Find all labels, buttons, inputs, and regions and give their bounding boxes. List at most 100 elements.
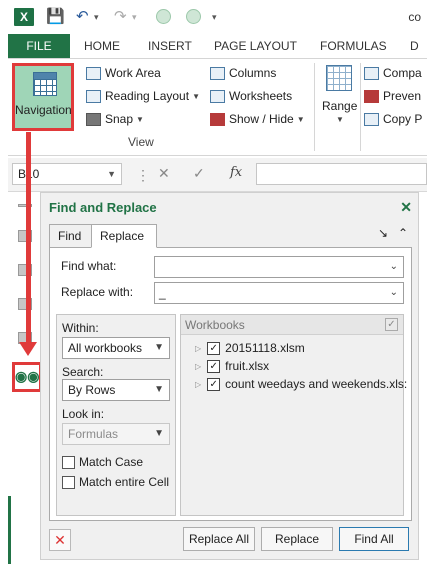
excel-icon: X (14, 8, 34, 26)
tab-data[interactable]: D (410, 34, 419, 58)
expand-icon[interactable]: ▷ (195, 380, 201, 389)
enter-icon[interactable]: ✓ (193, 165, 205, 182)
window-title: co (408, 10, 421, 24)
workbook-item[interactable]: ▷ ✓ count weedays and weekends.xls: (195, 377, 407, 391)
find-all-button[interactable]: Find All (339, 527, 409, 551)
formula-input[interactable] (256, 163, 427, 185)
undo-dropdown-icon[interactable]: ▾ (94, 12, 99, 23)
tab-insert[interactable]: INSERT (148, 34, 192, 58)
replace-with-input[interactable]: _ ⌄ (154, 282, 404, 304)
customize-qat-icon[interactable]: ▾ (212, 12, 217, 23)
prevent-button[interactable]: Preven (364, 87, 421, 105)
checkbox-checked-icon[interactable]: ✓ (207, 341, 221, 355)
chevron-down-icon[interactable]: ▼ (107, 164, 116, 184)
checkbox-box[interactable] (62, 475, 75, 489)
insert-function-icon[interactable]: fx (230, 165, 242, 180)
chevron-down-icon: ▼ (192, 91, 200, 101)
workbooks-header: Workbooks ✓ (181, 315, 403, 335)
tab-file[interactable]: FILE (8, 34, 70, 58)
snap-button[interactable]: Snap ▼ (86, 110, 144, 128)
look-in-label: Look in: (62, 407, 105, 421)
ribbon-divider (314, 63, 315, 151)
pane-actions: ✕ Replace All Replace Find All (49, 527, 412, 555)
checkbox-box[interactable] (62, 455, 75, 469)
annotation-arrow-line (26, 132, 31, 350)
range-icon[interactable] (326, 65, 352, 91)
chevron-down-icon[interactable]: ⌄ (390, 283, 398, 303)
work-area-icon (86, 66, 101, 80)
sidebar-accent (8, 496, 11, 564)
pin-icon[interactable]: ↘ (378, 226, 388, 240)
reading-layout-icon (86, 89, 101, 103)
find-what-input[interactable]: ⌄ (154, 256, 404, 278)
navigation-grid-icon (33, 72, 57, 96)
replace-with-label: Replace with: (61, 285, 134, 299)
copy-icon (364, 112, 379, 126)
tab-home[interactable]: HOME (84, 34, 120, 58)
navigation-button[interactable]: Navigation (12, 63, 74, 131)
chevron-down-icon: ▼ (154, 342, 164, 353)
search-options: Within: All workbooks ▼ Search: By Rows … (56, 314, 176, 516)
prevent-icon (364, 89, 379, 103)
redo-icon[interactable]: ↷ (114, 7, 127, 25)
chevron-down-icon: ▼ (136, 114, 144, 124)
within-label: Within: (62, 321, 99, 335)
close-icon[interactable]: ✕ (400, 199, 412, 216)
select-all-checkbox[interactable]: ✓ (385, 318, 398, 331)
formula-bar: B10 ▼ ⋮ ✕ ✓ fx (8, 158, 427, 192)
drag-handle-icon[interactable]: ⋮ (136, 167, 150, 184)
show-hide-button[interactable]: Show / Hide ▼ (210, 110, 305, 128)
find-what-label: Find what: (61, 259, 117, 273)
replace-button[interactable]: Replace (261, 527, 333, 551)
show-hide-icon (210, 112, 225, 126)
annotation-arrow-head (19, 342, 37, 356)
compare-icon (364, 66, 379, 80)
pane-title: Find and Replace (49, 200, 157, 215)
worksheets-icon (210, 89, 225, 103)
look-in-select[interactable]: Formulas ▼ (62, 423, 170, 445)
compare-button[interactable]: Compa (364, 64, 422, 82)
qat-circle-icon[interactable] (186, 9, 201, 24)
find-replace-pane: Find and Replace ✕ Find Replace ↘ ⌃ Find… (40, 192, 419, 560)
delete-icon[interactable]: ✕ (49, 529, 71, 551)
chevron-down-icon: ▼ (154, 428, 164, 439)
workbook-item[interactable]: ▷ ✓ fruit.xlsx (195, 359, 269, 373)
search-select[interactable]: By Rows ▼ (62, 379, 170, 401)
workbook-item[interactable]: ▷ ✓ 20151118.xlsm (195, 341, 305, 355)
columns-icon (210, 66, 225, 80)
chevron-down-icon: ▼ (154, 384, 164, 395)
work-area-button[interactable]: Work Area (86, 64, 161, 82)
camera-icon (86, 112, 101, 126)
expand-icon[interactable]: ▷ (195, 344, 201, 353)
find-replace-button[interactable]: ◉◉ (12, 362, 42, 392)
columns-button[interactable]: Columns (210, 64, 276, 82)
chevron-down-icon: ▼ (296, 114, 305, 124)
tab-find[interactable]: Find (49, 224, 93, 248)
reading-layout-button[interactable]: Reading Layout ▼ (86, 87, 200, 105)
tab-formulas[interactable]: FORMULAS (320, 34, 387, 58)
match-case-checkbox[interactable]: Match Case (62, 455, 143, 469)
copy-button[interactable]: Copy P (364, 110, 422, 128)
chevron-down-icon[interactable]: ⌄ (390, 257, 398, 277)
undo-icon[interactable]: ↶ (76, 7, 89, 25)
ribbon-tabs: FILE HOME INSERT PAGE LAYOUT FORMULAS D (0, 34, 427, 58)
tab-replace[interactable]: Replace (91, 224, 157, 248)
collapse-icon[interactable]: ⌃ (398, 226, 408, 240)
replace-panel: Find what: ⌄ Replace with: _ ⌄ Within: A… (49, 247, 412, 521)
worksheets-button[interactable]: Worksheets (210, 87, 292, 105)
qat-circle-icon[interactable] (156, 9, 171, 24)
checkbox-checked-icon[interactable]: ✓ (207, 359, 221, 373)
match-entire-cell-checkbox[interactable]: Match entire Cell (62, 475, 169, 489)
range-label[interactable]: Range (322, 99, 357, 113)
chevron-down-icon[interactable]: ▼ (336, 115, 344, 124)
workbooks-list: Workbooks ✓ ▷ ✓ 20151118.xlsm ▷ ✓ fruit.… (180, 314, 407, 516)
expand-icon[interactable]: ▷ (195, 362, 201, 371)
replace-all-button[interactable]: Replace All (183, 527, 255, 551)
within-select[interactable]: All workbooks ▼ (62, 337, 170, 359)
tab-page-layout[interactable]: PAGE LAYOUT (214, 34, 297, 58)
cancel-icon[interactable]: ✕ (158, 165, 170, 182)
ribbon: Navigation Work Area Reading Layout ▼ Sn… (8, 58, 427, 156)
checkbox-checked-icon[interactable]: ✓ (207, 377, 221, 391)
redo-dropdown-icon[interactable]: ▾ (132, 12, 137, 23)
save-icon[interactable]: 💾 (46, 7, 65, 25)
